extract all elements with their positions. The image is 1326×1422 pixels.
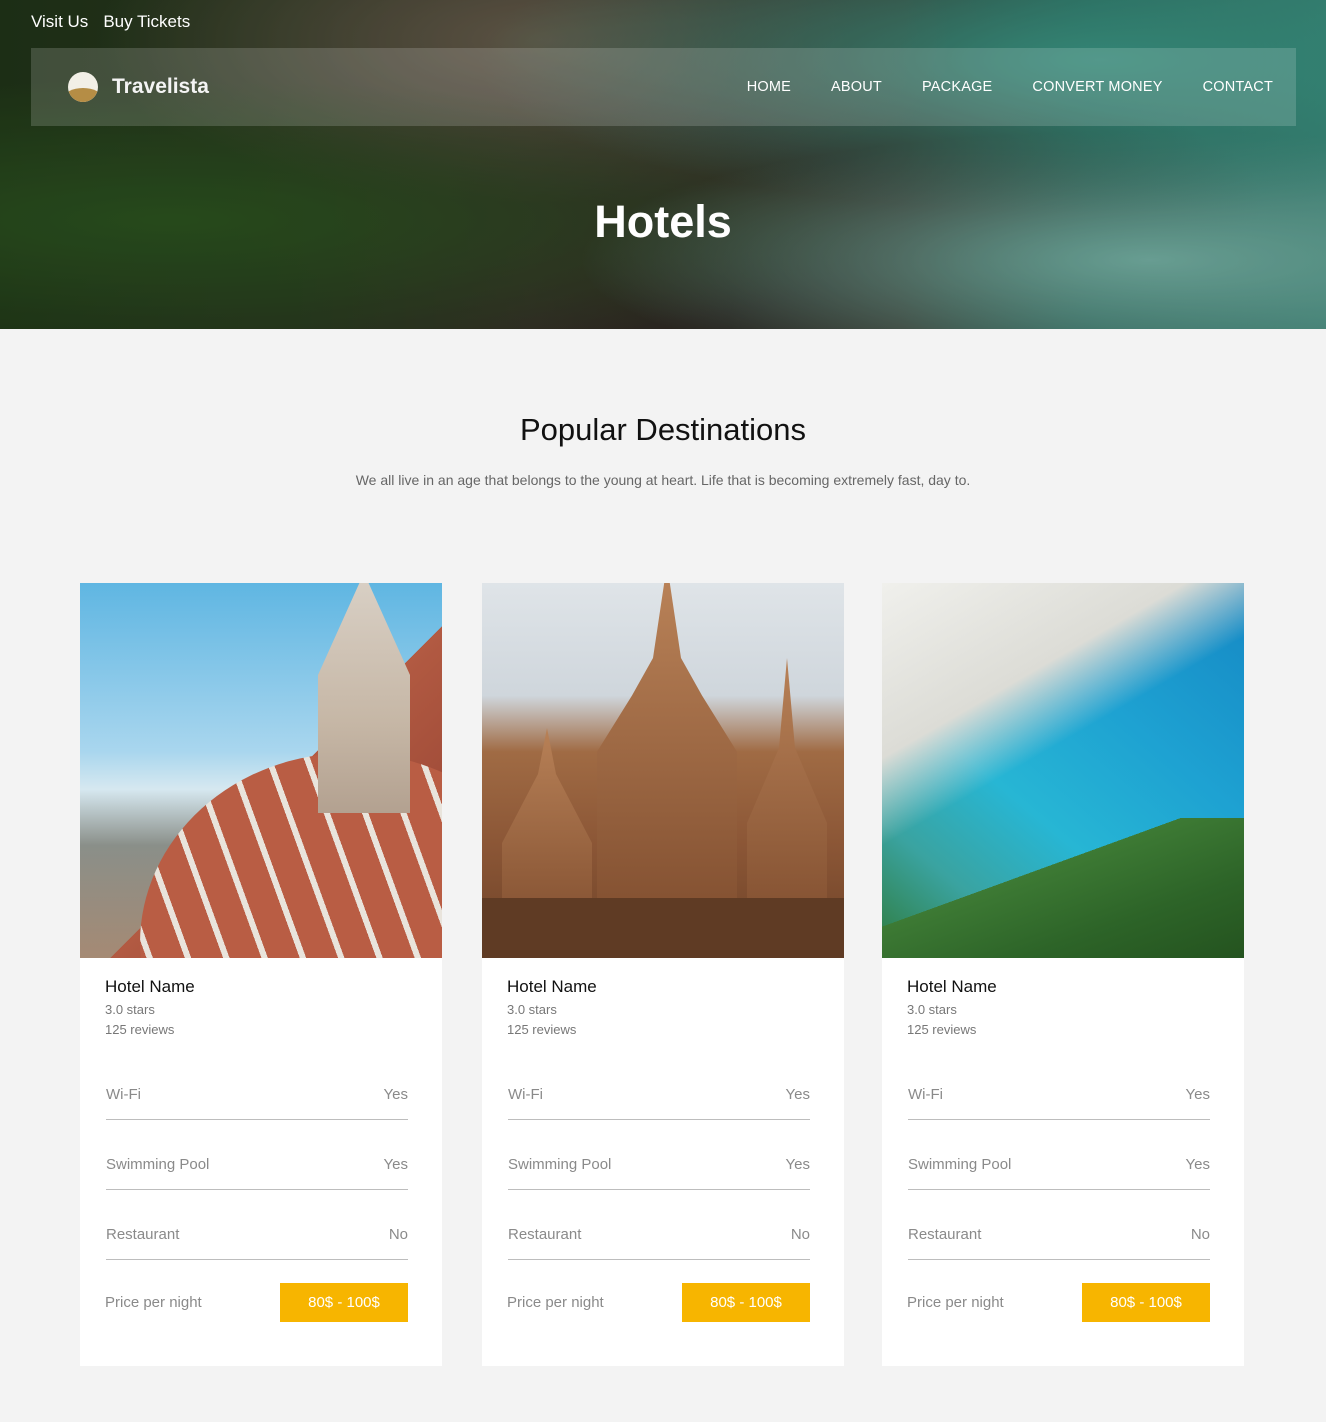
- price-button[interactable]: 80$ - 100$: [1082, 1283, 1210, 1322]
- feature-value: No: [388, 1226, 408, 1243]
- hotel-stars: 3.0 stars: [907, 1002, 957, 1017]
- feature-value: Yes: [1185, 1086, 1210, 1103]
- nav-item-home[interactable]: HOME: [747, 79, 791, 95]
- hotel-name[interactable]: Hotel Name: [105, 977, 408, 997]
- price-label: Price per night: [507, 1294, 604, 1311]
- feature-label: Swimming Pool: [508, 1156, 612, 1173]
- feature-value: Yes: [785, 1086, 810, 1103]
- price-button[interactable]: 80$ - 100$: [280, 1283, 408, 1322]
- hotel-card: Hotel Name 3.0 stars 125 reviews Wi-Fi Ye…: [80, 583, 442, 1366]
- feature-row-restaurant: Restaurant No: [908, 1190, 1210, 1260]
- hotel-stars: 3.0 stars: [507, 1002, 557, 1017]
- buy-tickets-link[interactable]: Buy Tickets: [103, 12, 190, 32]
- feature-value: Yes: [1185, 1156, 1210, 1173]
- visit-us-link[interactable]: Visit Us: [31, 12, 88, 32]
- hotel-image: [482, 583, 844, 958]
- nav-item-convert-money[interactable]: CONVERT MONEY: [1032, 79, 1162, 95]
- hotel-reviews: 125 reviews: [105, 1022, 175, 1037]
- feature-label: Swimming Pool: [106, 1156, 210, 1173]
- feature-row-pool: Swimming Pool Yes: [106, 1120, 408, 1190]
- feature-label: Wi-Fi: [508, 1086, 543, 1103]
- feature-row-pool: Swimming Pool Yes: [508, 1120, 810, 1190]
- section-title: Popular Destinations: [519, 412, 807, 447]
- price-button[interactable]: 80$ - 100$: [682, 1283, 810, 1322]
- feature-label: Restaurant: [106, 1226, 180, 1243]
- feature-value: Yes: [383, 1086, 408, 1103]
- hotel-card: Hotel Name 3.0 stars 125 reviews Wi-Fi Ye…: [482, 583, 844, 1366]
- price-label: Price per night: [105, 1294, 202, 1311]
- hotel-reviews: 125 reviews: [907, 1022, 977, 1037]
- hotel-reviews: 125 reviews: [507, 1022, 577, 1037]
- feature-label: Swimming Pool: [908, 1156, 1012, 1173]
- main-navbar: Travelista HOME ABOUT PACKAGE CONVERT MO…: [31, 48, 1296, 126]
- section-subtitle: We all live in an age that belongs to th…: [355, 472, 971, 488]
- feature-row-restaurant: Restaurant No: [508, 1190, 810, 1260]
- feature-row-wifi: Wi-Fi Yes: [508, 1074, 810, 1120]
- hotel-stars: 3.0 stars: [105, 1002, 155, 1017]
- feature-row-pool: Swimming Pool Yes: [908, 1120, 1210, 1190]
- feature-label: Restaurant: [908, 1226, 982, 1243]
- hotel-card: Hotel Name 3.0 stars 125 reviews Wi-Fi Ye…: [882, 583, 1244, 1366]
- feature-value: Yes: [785, 1156, 810, 1173]
- hotel-image: [80, 583, 442, 958]
- feature-row-wifi: Wi-Fi Yes: [106, 1074, 408, 1120]
- feature-label: Wi-Fi: [908, 1086, 943, 1103]
- top-links: Visit Us Buy Tickets: [31, 12, 190, 32]
- nav-item-about[interactable]: ABOUT: [831, 79, 882, 95]
- feature-row-restaurant: Restaurant No: [106, 1190, 408, 1260]
- feature-row-wifi: Wi-Fi Yes: [908, 1074, 1210, 1120]
- feature-value: No: [1190, 1226, 1210, 1243]
- nav-item-contact[interactable]: CONTACT: [1203, 79, 1273, 95]
- hotel-name[interactable]: Hotel Name: [907, 977, 1210, 997]
- hotel-image: [882, 583, 1244, 958]
- feature-value: Yes: [383, 1156, 408, 1173]
- hotel-name[interactable]: Hotel Name: [507, 977, 810, 997]
- brand-name: Travelista: [112, 75, 209, 98]
- price-label: Price per night: [907, 1294, 1004, 1311]
- logo-icon: [68, 72, 98, 102]
- feature-label: Wi-Fi: [106, 1086, 141, 1103]
- page-title: Hotels: [594, 196, 732, 247]
- nav-menu: HOME ABOUT PACKAGE CONVERT MONEY CONTACT: [747, 79, 1273, 95]
- feature-value: No: [790, 1226, 810, 1243]
- nav-item-package[interactable]: PACKAGE: [922, 79, 992, 95]
- feature-label: Restaurant: [508, 1226, 582, 1243]
- brand-logo[interactable]: Travelista: [68, 72, 209, 102]
